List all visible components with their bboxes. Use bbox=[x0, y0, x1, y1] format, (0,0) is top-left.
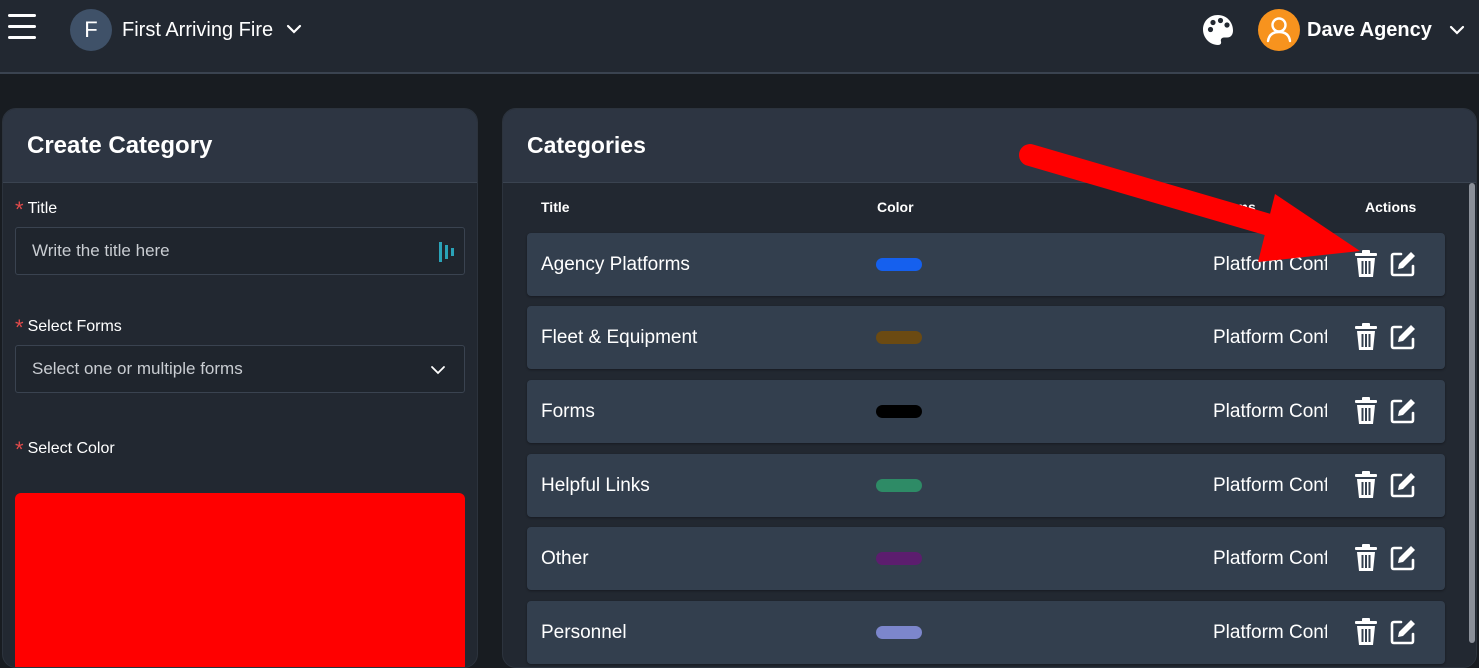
trash-icon[interactable] bbox=[1354, 397, 1378, 425]
table-row[interactable]: Forms Platform Config bbox=[527, 380, 1445, 443]
table-row[interactable]: Fleet & Equipment Platform Config bbox=[527, 306, 1445, 369]
category-forms: Platform Config bbox=[1213, 622, 1327, 643]
edit-icon[interactable] bbox=[1389, 397, 1417, 425]
org-name[interactable]: First Arriving Fire bbox=[122, 19, 273, 42]
column-header-title[interactable]: Title bbox=[541, 199, 570, 215]
trash-icon[interactable] bbox=[1354, 471, 1378, 499]
create-category-title: Create Category bbox=[3, 109, 477, 183]
category-title: Fleet & Equipment bbox=[541, 327, 698, 348]
category-title: Agency Platforms bbox=[541, 254, 690, 275]
category-title: Personnel bbox=[541, 622, 627, 643]
table-row[interactable]: Agency Platforms Platform Config bbox=[527, 233, 1445, 296]
forms-field-label: * Select Forms bbox=[15, 315, 122, 341]
password-manager-icon[interactable] bbox=[438, 241, 456, 263]
title-field-label: * Title bbox=[15, 197, 57, 223]
category-forms: Platform Config bbox=[1213, 401, 1327, 422]
category-forms: Platform Config bbox=[1213, 548, 1327, 569]
title-input[interactable]: Write the title here bbox=[15, 227, 465, 275]
categories-title: Categories bbox=[503, 109, 1476, 183]
category-color-swatch bbox=[876, 258, 922, 271]
top-bar: F First Arriving Fire Dave Agency bbox=[0, 0, 1479, 74]
edit-icon[interactable] bbox=[1389, 618, 1417, 646]
chevron-down-icon bbox=[431, 366, 445, 375]
user-icon bbox=[1266, 17, 1292, 43]
category-color-swatch bbox=[876, 552, 922, 565]
required-asterisk: * bbox=[15, 315, 24, 340]
edit-icon[interactable] bbox=[1389, 544, 1417, 572]
user-name[interactable]: Dave Agency bbox=[1307, 19, 1432, 42]
category-color-swatch bbox=[876, 331, 922, 344]
color-picker-preview[interactable] bbox=[15, 493, 465, 667]
category-color-swatch bbox=[876, 479, 922, 492]
table-row[interactable]: Personnel Platform Config bbox=[527, 601, 1445, 664]
create-category-panel: Create Category * Title Write the title h… bbox=[2, 108, 478, 668]
forms-select[interactable]: Select one or multiple forms bbox=[15, 345, 465, 393]
color-field-label: * Select Color bbox=[15, 437, 115, 463]
palette-icon[interactable] bbox=[1200, 12, 1236, 48]
chevron-down-icon[interactable] bbox=[286, 21, 302, 37]
edit-icon[interactable] bbox=[1389, 250, 1417, 278]
title-label-text: Title bbox=[27, 200, 58, 217]
scrollbar[interactable] bbox=[1467, 183, 1476, 667]
user-avatar[interactable] bbox=[1258, 9, 1300, 51]
category-forms: Platform Config bbox=[1213, 475, 1327, 496]
org-avatar[interactable]: F bbox=[70, 9, 112, 51]
title-input-placeholder: Write the title here bbox=[32, 241, 170, 260]
forms-label-text: Select Forms bbox=[27, 318, 122, 335]
category-color-swatch bbox=[876, 626, 922, 639]
trash-icon[interactable] bbox=[1354, 618, 1378, 646]
category-title: Other bbox=[541, 548, 589, 569]
column-header-color[interactable]: Color bbox=[877, 199, 914, 215]
required-asterisk: * bbox=[15, 437, 24, 462]
table-row[interactable]: Helpful Links Platform Config bbox=[527, 454, 1445, 517]
category-color-swatch bbox=[876, 405, 922, 418]
chevron-down-icon[interactable] bbox=[1449, 22, 1465, 38]
category-forms: Platform Config bbox=[1213, 327, 1327, 348]
required-asterisk: * bbox=[15, 197, 24, 222]
category-forms: Platform Config bbox=[1213, 254, 1327, 275]
hamburger-menu-icon[interactable] bbox=[8, 14, 36, 42]
color-label-text: Select Color bbox=[27, 440, 115, 457]
categories-panel: Categories Title Color Forms Actions Age… bbox=[502, 108, 1477, 668]
scrollbar-thumb[interactable] bbox=[1469, 183, 1475, 643]
edit-icon[interactable] bbox=[1389, 323, 1417, 351]
forms-select-placeholder: Select one or multiple forms bbox=[32, 359, 243, 378]
category-title: Helpful Links bbox=[541, 475, 650, 496]
trash-icon[interactable] bbox=[1354, 250, 1378, 278]
edit-icon[interactable] bbox=[1389, 471, 1417, 499]
trash-icon[interactable] bbox=[1354, 544, 1378, 572]
table-row[interactable]: Other Platform Config bbox=[527, 527, 1445, 590]
column-header-actions: Actions bbox=[1365, 199, 1417, 215]
category-title: Forms bbox=[541, 401, 595, 422]
trash-icon[interactable] bbox=[1354, 323, 1378, 351]
column-header-forms[interactable]: Forms bbox=[1213, 199, 1256, 215]
